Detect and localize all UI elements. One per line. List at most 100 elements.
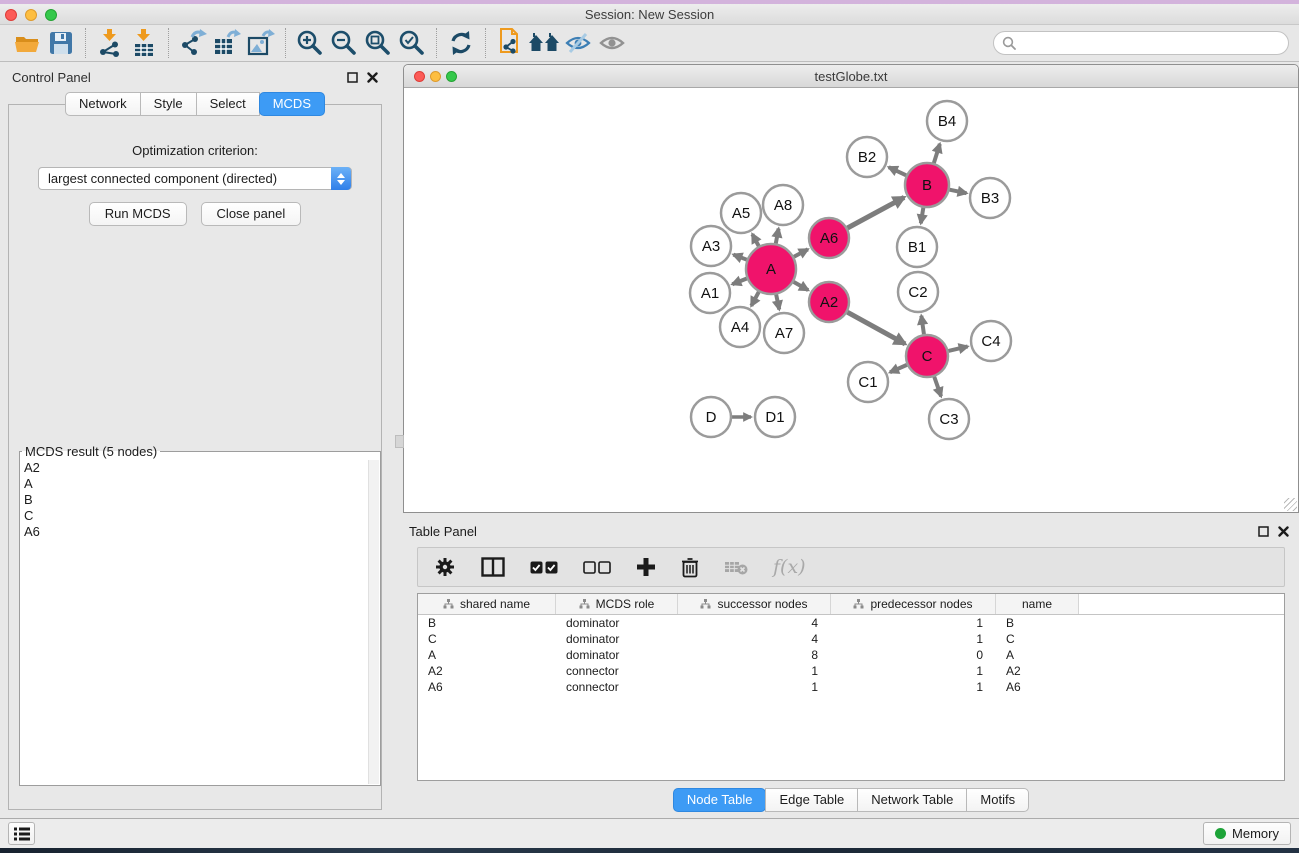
node-C3[interactable]: C3 (929, 399, 969, 439)
zoom-fit-button[interactable] (361, 27, 395, 59)
node-A3[interactable]: A3 (691, 226, 731, 266)
zoom-in-button[interactable] (293, 27, 327, 59)
table-row[interactable]: Adominator80A (418, 647, 1284, 663)
mcds-result-item[interactable]: A2 (24, 460, 380, 476)
edge-C-C4[interactable] (948, 346, 967, 351)
cell-successor-nodes[interactable]: 1 (678, 680, 831, 694)
close-panel-icon[interactable] (367, 72, 378, 83)
edge-A-A8[interactable] (776, 229, 779, 244)
deselect-all-checkboxes-icon[interactable] (583, 561, 611, 574)
network-zoom-button[interactable] (446, 71, 457, 82)
mcds-result-scrollbar[interactable] (368, 460, 379, 784)
node-A8[interactable]: A8 (763, 185, 803, 225)
import-network-button[interactable] (93, 27, 127, 59)
node-A1[interactable]: A1 (690, 273, 730, 313)
edge-A2-C[interactable] (847, 312, 905, 344)
edge-B-B1[interactable] (921, 208, 924, 224)
edge-A-A3[interactable] (733, 255, 746, 260)
node-B1[interactable]: B1 (897, 227, 937, 267)
table-settings-gear-icon[interactable] (434, 556, 456, 578)
cell-predecessor-nodes[interactable]: 1 (831, 680, 996, 694)
column-header-shared-name[interactable]: shared name (418, 594, 556, 614)
export-network-button[interactable] (176, 27, 210, 59)
export-image-button[interactable] (244, 27, 278, 59)
home-button[interactable] (527, 27, 561, 59)
edge-A-A7[interactable] (776, 294, 779, 309)
edge-A-A5[interactable] (752, 234, 758, 246)
run-mcds-button[interactable]: Run MCDS (89, 202, 187, 226)
node-B3[interactable]: B3 (970, 178, 1010, 218)
cell-successor-nodes[interactable]: 4 (678, 632, 831, 646)
zoom-selected-button[interactable] (395, 27, 429, 59)
close-window-button[interactable] (5, 9, 17, 21)
column-header-successor-nodes[interactable]: successor nodes (678, 594, 831, 614)
split-divider-grip[interactable] (395, 435, 404, 448)
table-row[interactable]: A2connector11A2 (418, 663, 1284, 679)
cell-MCDS-role[interactable]: connector (556, 680, 678, 694)
close-table-panel-icon[interactable] (1278, 526, 1289, 537)
node-A4[interactable]: A4 (720, 307, 760, 347)
search-input[interactable] (1021, 36, 1280, 51)
network-resize-grip[interactable] (1284, 498, 1297, 511)
show-all-button[interactable] (595, 27, 629, 59)
export-table-button[interactable] (210, 27, 244, 59)
mcds-result-item[interactable]: C (24, 508, 380, 524)
tab-motifs[interactable]: Motifs (966, 788, 1029, 812)
split-panel-icon[interactable] (481, 557, 505, 577)
node-A[interactable]: A (746, 244, 796, 294)
open-session-button[interactable] (10, 27, 44, 59)
close-panel-button[interactable]: Close panel (201, 202, 302, 226)
delete-table-icon[interactable] (724, 559, 748, 575)
cell-MCDS-role[interactable]: dominator (556, 648, 678, 662)
network-graph[interactable]: B4B2BB3A5A8A6B1A3AC2A1A2A4A7C4CC1C3DD1 (404, 88, 1298, 512)
cell-shared-name[interactable]: C (418, 632, 556, 646)
select-all-checkboxes-icon[interactable] (530, 561, 558, 574)
column-header-predecessor-nodes[interactable]: predecessor nodes (831, 594, 996, 614)
table-row[interactable]: A6connector11A6 (418, 679, 1284, 695)
import-table-button[interactable] (127, 27, 161, 59)
node-B2[interactable]: B2 (847, 137, 887, 177)
tab-mcds[interactable]: MCDS (259, 92, 325, 116)
delete-column-trash-icon[interactable] (681, 557, 699, 578)
memory-button[interactable]: Memory (1203, 822, 1291, 845)
cell-shared-name[interactable]: A2 (418, 664, 556, 678)
tab-node-table[interactable]: Node Table (673, 788, 767, 812)
cell-shared-name[interactable]: A (418, 648, 556, 662)
tab-edge-table[interactable]: Edge Table (765, 788, 858, 812)
cell-predecessor-nodes[interactable]: 0 (831, 648, 996, 662)
edge-C-C1[interactable] (890, 365, 907, 372)
edge-C-C3[interactable] (934, 377, 941, 397)
cell-successor-nodes[interactable]: 8 (678, 648, 831, 662)
zoom-out-button[interactable] (327, 27, 361, 59)
node-C2[interactable]: C2 (898, 272, 938, 312)
edge-C-C2[interactable] (921, 316, 924, 334)
minimize-window-button[interactable] (25, 9, 37, 21)
refresh-button[interactable] (444, 27, 478, 59)
float-panel-icon[interactable] (347, 72, 358, 83)
table-row[interactable]: Bdominator41B (418, 615, 1284, 631)
save-session-button[interactable] (44, 27, 78, 59)
global-search-field[interactable] (993, 31, 1289, 55)
network-minimize-button[interactable] (430, 71, 441, 82)
cell-name[interactable]: A6 (996, 680, 1079, 694)
node-A5[interactable]: A5 (721, 193, 761, 233)
cell-predecessor-nodes[interactable]: 1 (831, 632, 996, 646)
edge-A-A2[interactable] (794, 282, 809, 290)
tab-style[interactable]: Style (140, 92, 197, 116)
hide-selected-button[interactable] (561, 27, 595, 59)
add-column-icon[interactable] (636, 557, 656, 577)
tab-network[interactable]: Network (65, 92, 141, 116)
cell-name[interactable]: B (996, 616, 1079, 630)
edge-A-A1[interactable] (732, 279, 746, 285)
node-A2[interactable]: A2 (809, 282, 849, 322)
mcds-result-item[interactable]: A (24, 476, 380, 492)
float-table-panel-icon[interactable] (1258, 526, 1269, 537)
edge-A-A6[interactable] (794, 249, 808, 256)
cell-successor-nodes[interactable]: 1 (678, 664, 831, 678)
network-canvas[interactable]: B4B2BB3A5A8A6B1A3AC2A1A2A4A7C4CC1C3DD1 (404, 88, 1298, 512)
cell-MCDS-role[interactable]: dominator (556, 616, 678, 630)
node-B4[interactable]: B4 (927, 101, 967, 141)
column-header-MCDS-role[interactable]: MCDS role (556, 594, 678, 614)
network-close-button[interactable] (414, 71, 425, 82)
cell-shared-name[interactable]: A6 (418, 680, 556, 694)
